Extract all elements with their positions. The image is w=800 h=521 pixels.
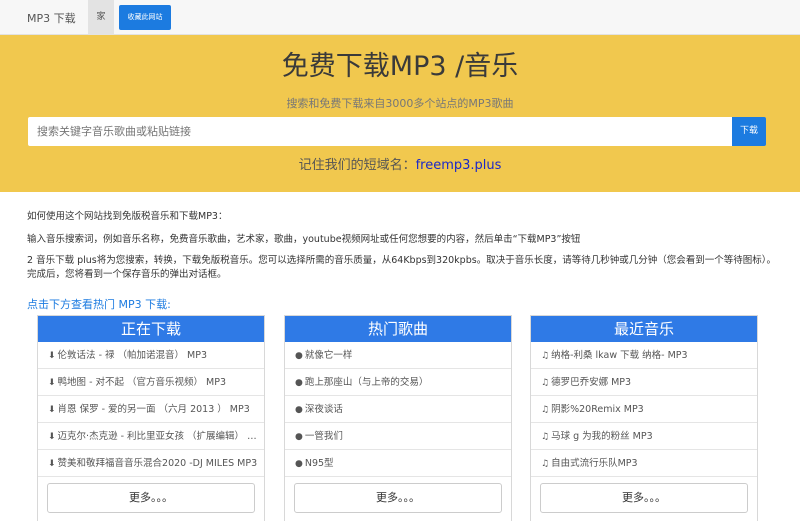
- panel-now-downloading: 正在下载 ⬇ 伦敦话法 - 禄 （帕加诺混音） MP3 ⬇ 鸭地图 - 对不起 （官…: [37, 315, 265, 521]
- download-button[interactable]: 下载: [732, 117, 766, 146]
- panel-list: ⬇ 伦敦话法 - 禄 （帕加诺混音） MP3 ⬇ 鸭地图 - 对不起 （官方音乐视频…: [38, 342, 264, 477]
- download-icon: ⬇: [48, 405, 56, 415]
- nav-home-link[interactable]: 家: [88, 0, 114, 35]
- more-button[interactable]: 更多。。。: [294, 483, 502, 513]
- list-item[interactable]: ⬇ 赞美和敬拜福音音乐混合2020 -DJ MILES MP3: [38, 450, 264, 477]
- list-item[interactable]: ♫ 德罗巴乔安娜 MP3: [531, 369, 757, 396]
- music-note-icon: ♫: [541, 378, 550, 388]
- instruction-step-1: 输入音乐搜索词，例如音乐名称，免费音乐歌曲，艺术家，歌曲，youtube视频网址…: [27, 234, 581, 245]
- list-item[interactable]: ⬇ 迈克尔·杰克逊 - 利比里亚女孩 （扩展编辑） MP3: [38, 423, 264, 450]
- page-title: 免费下载MP3 /音乐: [281, 51, 519, 82]
- globe-icon: ●: [295, 405, 303, 415]
- instruction-step-2: 2 音乐下载 plus将为您搜索，转换，下载免版税音乐。您可以选择所需的音乐质量…: [27, 255, 776, 280]
- music-note-icon: ♫: [541, 432, 550, 442]
- more-button[interactable]: 更多。。。: [540, 483, 748, 513]
- list-item[interactable]: ● 一管我们: [285, 423, 511, 450]
- panel-recent-music: 最近音乐 ♫ 纳格-利桑 lkaw 下载 纳格- MP3 ♫ 德罗巴乔安娜 MP3 …: [530, 315, 758, 521]
- panel-hot-songs: 热门歌曲 ● 就像它一样 ● 跑上那座山（与上帝的交易） ● 深夜谈话 ● 一管我们 ●…: [284, 315, 512, 521]
- panel-title: 热门歌曲: [285, 316, 511, 342]
- panel-list: ♫ 纳格-利桑 lkaw 下载 纳格- MP3 ♫ 德罗巴乔安娜 MP3 ♫ 阴影%2…: [531, 342, 757, 477]
- panel-title: 正在下载: [38, 316, 264, 342]
- globe-icon: ●: [295, 378, 303, 388]
- favorite-button[interactable]: 收藏此网站: [119, 5, 171, 30]
- list-item[interactable]: ♫ 马球 g 为我的粉丝 MP3: [531, 423, 757, 450]
- list-item[interactable]: ⬇ 伦敦话法 - 禄 （帕加诺混音） MP3: [38, 342, 264, 369]
- how-to-heading: 如何使用这个网站找到免版税音乐和下载MP3：: [27, 211, 228, 222]
- globe-icon: ●: [295, 351, 303, 361]
- list-item[interactable]: ♫ 纳格-利桑 lkaw 下载 纳格- MP3: [531, 342, 757, 369]
- music-note-icon: ♫: [541, 459, 550, 469]
- panel-title: 最近音乐: [531, 316, 757, 342]
- music-note-icon: ♫: [541, 351, 550, 361]
- list-item[interactable]: ♫ 自由式流行乐队MP3: [531, 450, 757, 477]
- domain-prefix: 记住我们的短域名：: [298, 158, 416, 173]
- list-item[interactable]: ♫ 阴影%20Remix MP3: [531, 396, 757, 423]
- list-item[interactable]: ● 跑上那座山（与上帝的交易）: [285, 369, 511, 396]
- list-item[interactable]: ⬇ 肖恩 保罗 - 爱的另一面 （六月 2013 ） MP3: [38, 396, 264, 423]
- list-item[interactable]: ⬇ 鸭地图 - 对不起 （官方音乐视频） MP3: [38, 369, 264, 396]
- list-item[interactable]: ● 深夜谈话: [285, 396, 511, 423]
- list-item[interactable]: ● N95型: [285, 450, 511, 477]
- globe-icon: ●: [295, 432, 303, 442]
- hero-section: 免费下载MP3 /音乐 搜索和免费下载来自3000多个站点的MP3歌曲 下载 记…: [0, 35, 800, 192]
- domain-line: 记住我们的短域名：freemp3.plus: [0, 154, 800, 173]
- music-note-icon: ♫: [541, 405, 550, 415]
- top-navbar: MP3 下载 家 收藏此网站: [0, 0, 800, 35]
- hot-downloads-label[interactable]: 点击下方查看热门 MP3 下载:: [27, 296, 171, 312]
- domain-link[interactable]: freemp3.plus: [416, 158, 502, 173]
- brand-link[interactable]: MP3 下载: [27, 10, 76, 26]
- download-icon: ⬇: [48, 432, 56, 442]
- list-item[interactable]: ● 就像它一样: [285, 342, 511, 369]
- more-button[interactable]: 更多。。。: [47, 483, 255, 513]
- search-input[interactable]: [28, 117, 732, 146]
- download-icon: ⬇: [48, 459, 56, 469]
- hero-subtitle: 搜索和免费下载来自3000多个站点的MP3歌曲: [286, 97, 514, 110]
- download-icon: ⬇: [48, 351, 56, 361]
- globe-icon: ●: [295, 459, 303, 469]
- panel-list: ● 就像它一样 ● 跑上那座山（与上帝的交易） ● 深夜谈话 ● 一管我们 ● N95型: [285, 342, 511, 477]
- download-icon: ⬇: [48, 378, 56, 388]
